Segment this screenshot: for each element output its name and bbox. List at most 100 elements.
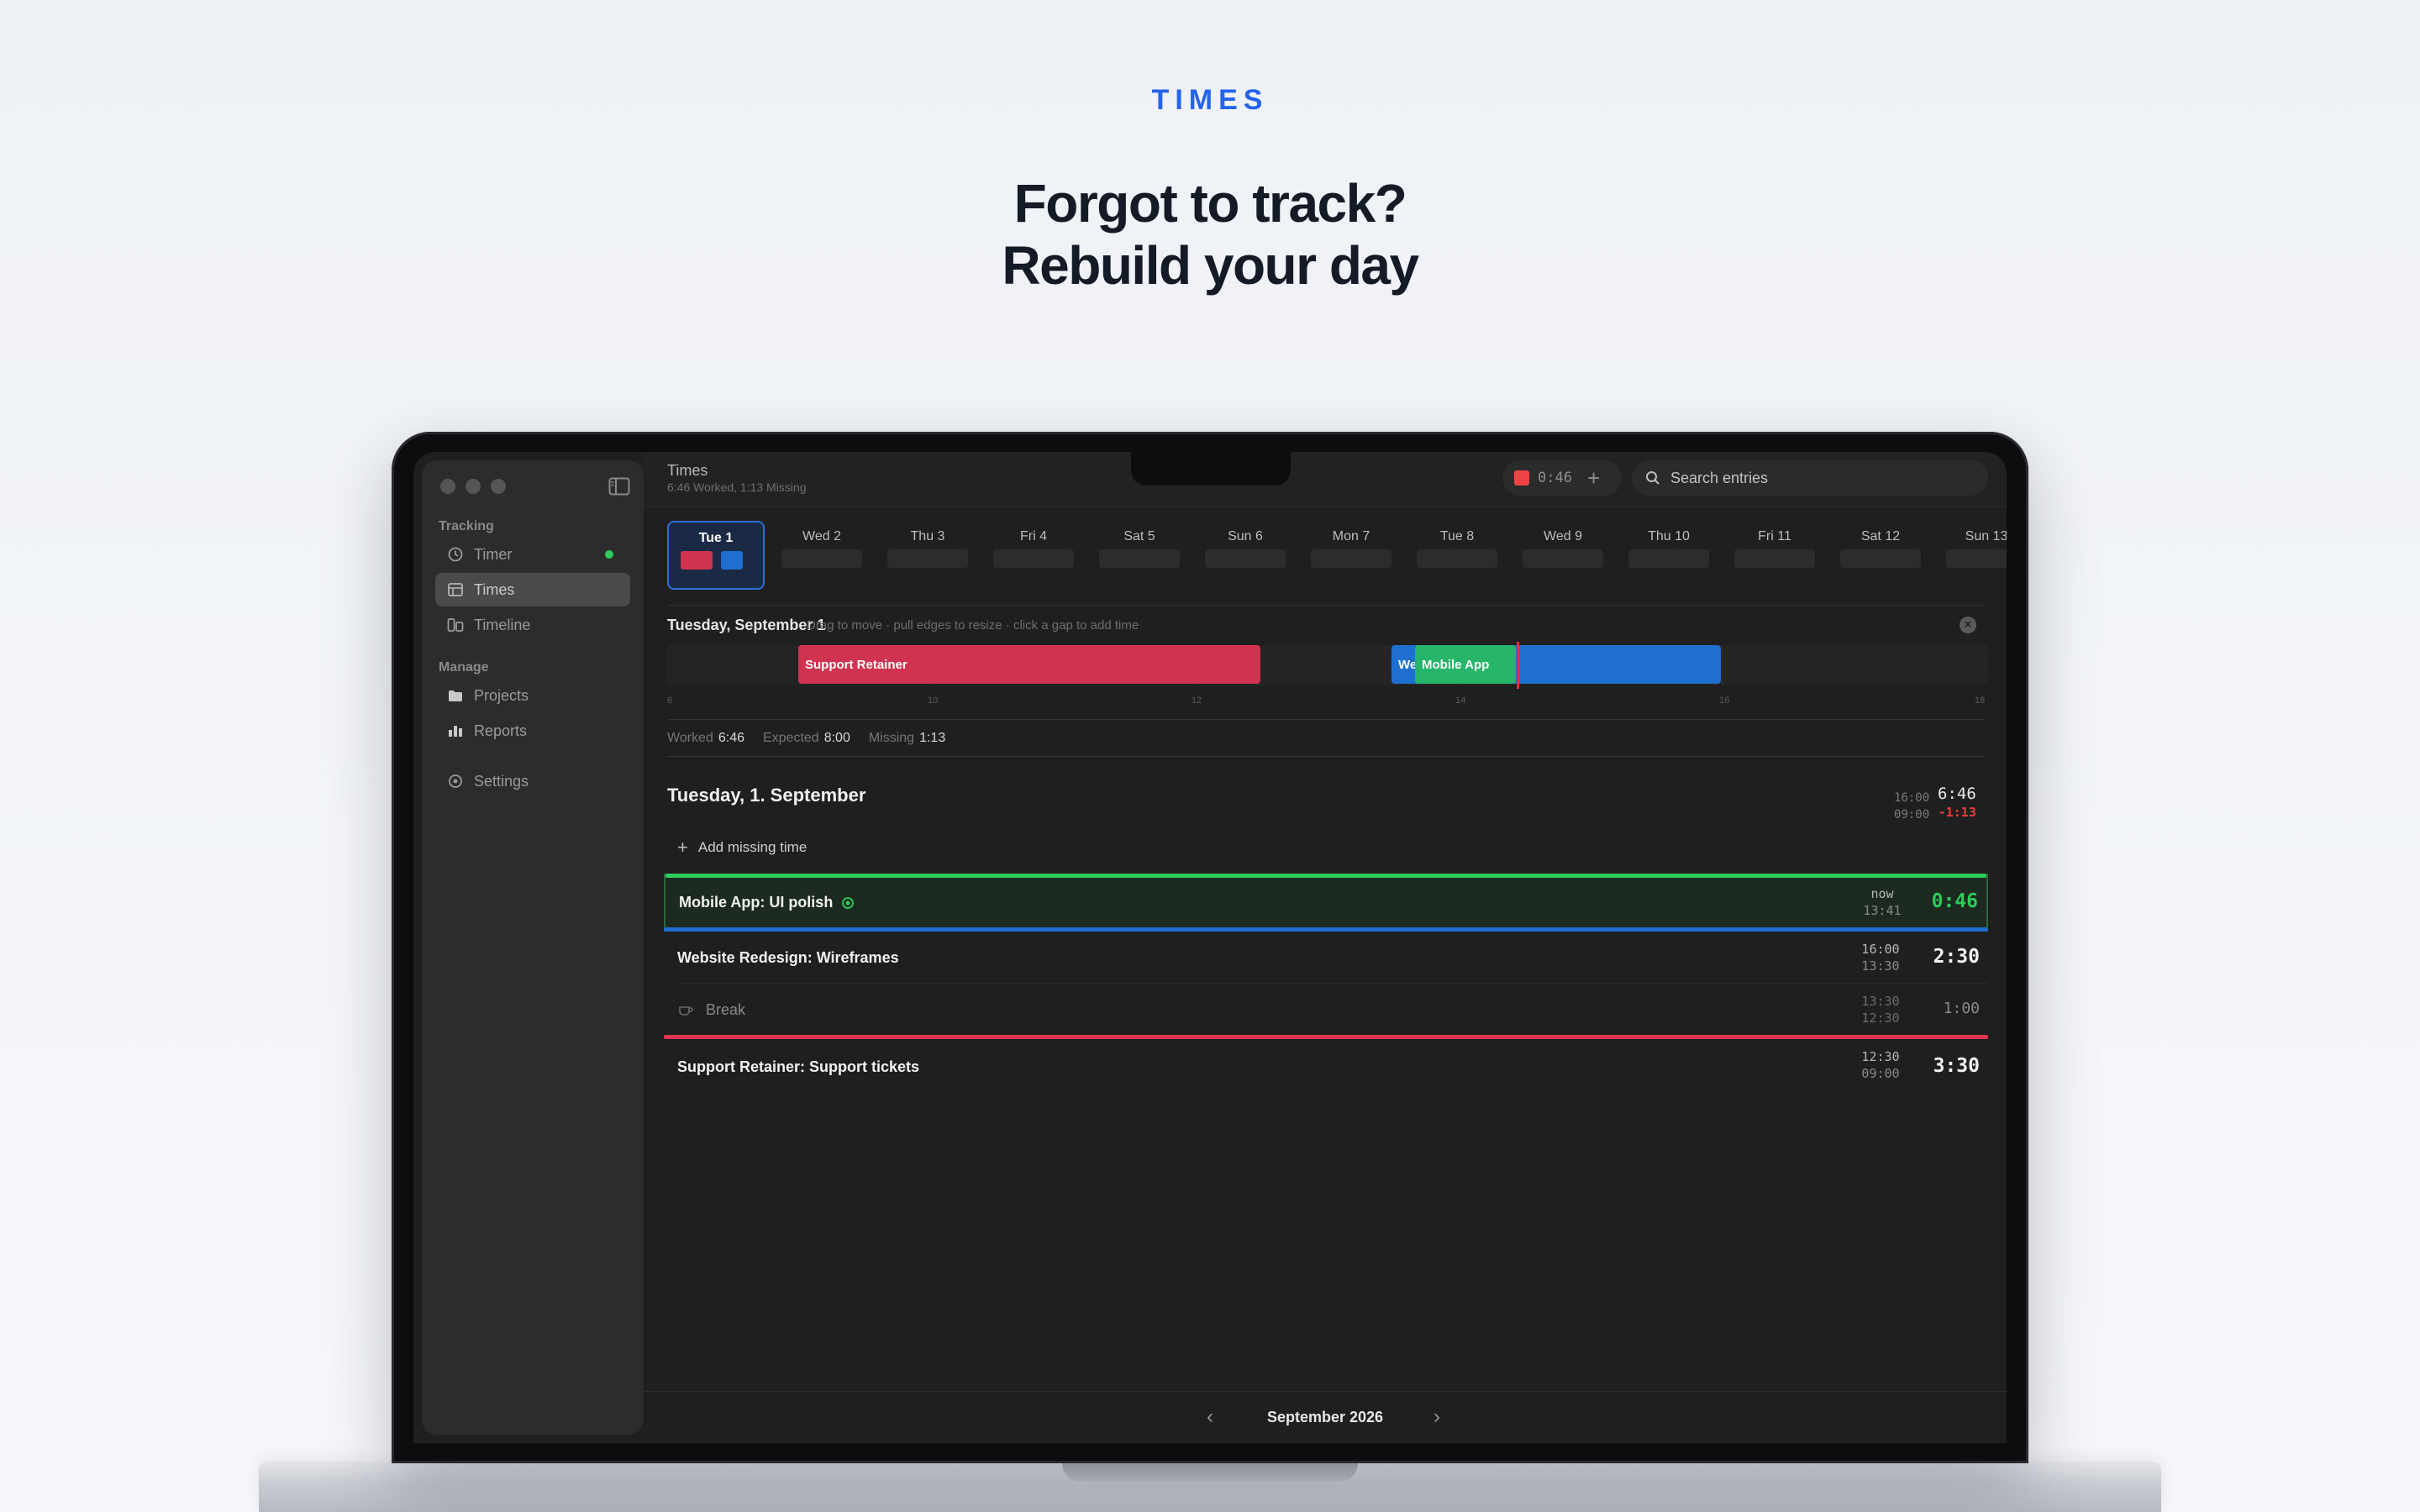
day-label: Fri 4 — [1020, 529, 1047, 543]
window-subtitle: 6:46 Worked, 1:13 Missing — [667, 480, 807, 494]
timeline-axis-label: 6 — [667, 696, 673, 706]
total-worked: 6:46 — [1938, 785, 1976, 803]
entry-start: 13:41 — [1863, 903, 1902, 918]
zoom-window-button[interactable] — [491, 479, 506, 494]
entry-time-range: 16:00 13:30 — [1855, 941, 1906, 974]
day-totals: 6:46 -1:13 — [1938, 785, 1976, 822]
current-time-marker — [1517, 642, 1519, 689]
day-tue-1[interactable]: Tue 1 — [667, 521, 765, 590]
summary-missing: Missing 1:13 — [869, 731, 945, 746]
day-label: Sun 6 — [1228, 529, 1263, 543]
sidebar-item-timer[interactable]: Timer — [435, 538, 630, 571]
sidebar-item-label: Settings — [474, 772, 529, 790]
cup-icon — [679, 1005, 693, 1016]
entry-end: now — [1870, 886, 1894, 901]
timeline-gridline — [1722, 645, 1723, 685]
range-end: 16:00 — [1894, 791, 1930, 805]
entry-name-text: Break — [706, 1001, 746, 1018]
headline-line-2: Rebuild your day — [1002, 235, 1419, 296]
sidebar-item-settings[interactable]: Settings — [435, 764, 630, 798]
sidebar-item-timeline[interactable]: Timeline — [435, 608, 630, 642]
minimize-window-button[interactable] — [466, 479, 481, 494]
sidebar-toggle-icon[interactable] — [608, 477, 630, 496]
summary-expected: Expected 8:00 — [763, 731, 850, 746]
day-sun-13[interactable]: Sun 13 — [1938, 521, 2007, 590]
plus-icon[interactable]: + — [1587, 467, 1600, 489]
day-label: Wed 9 — [1544, 529, 1582, 543]
sidebar-item-label: Timeline — [474, 616, 531, 633]
headline: Forgot to track? Rebuild your day — [0, 172, 2420, 297]
entry-time-range: 12:30 09:00 — [1855, 1048, 1906, 1082]
timeline-icon — [447, 618, 464, 632]
timeline-block-support-retainer[interactable]: Support Retainer — [798, 645, 1260, 684]
day-sat-5[interactable]: Sat 5 — [1091, 521, 1188, 590]
stop-icon[interactable] — [1514, 470, 1529, 486]
summary-value: 6:46 — [718, 731, 744, 745]
day-label: Sat 5 — [1123, 529, 1155, 543]
day-bar — [1946, 549, 2007, 568]
clock-icon — [448, 547, 463, 562]
folder-icon — [449, 690, 462, 701]
day-label: Thu 3 — [910, 529, 945, 543]
day-thu-10[interactable]: Thu 10 — [1620, 521, 1718, 590]
entry-duration: 3:30 — [1933, 1055, 1980, 1077]
time-entry[interactable]: Website Redesign: Wireframes 16:00 13:30… — [664, 927, 1988, 981]
add-missing-time-button[interactable]: + Add missing time — [677, 838, 807, 857]
sidebar-item-label: Reports — [474, 722, 528, 739]
entry-duration: 1:00 — [1943, 1000, 1980, 1017]
sidebar-item-times[interactable]: Times — [435, 573, 630, 606]
day-wed-9[interactable]: Wed 9 — [1514, 521, 1612, 590]
time-entry-running[interactable]: Mobile App: UI polish now 13:41 0:46 — [664, 874, 1988, 931]
timeline-block-mobile-app[interactable]: Mobile App — [1415, 645, 1516, 684]
eyebrow: TIMES — [1151, 84, 1269, 116]
entry-name-text: Mobile App: UI polish — [679, 894, 834, 911]
button-label: Add missing time — [697, 839, 808, 855]
running-timer-pill[interactable]: 0:46 + — [1502, 460, 1622, 496]
entry-title: Website Redesign: Wireframes — [677, 949, 899, 966]
day-tue-8[interactable]: Tue 8 — [1408, 521, 1506, 590]
close-icon[interactable]: × — [1960, 617, 1976, 633]
sidebar-item-reports[interactable]: Reports — [435, 714, 630, 748]
sidebar-item-label: Projects — [474, 686, 529, 704]
entry-end: 16:00 — [1861, 942, 1900, 957]
timeline-axis-label: 18 — [1975, 696, 1986, 706]
window-controls — [440, 479, 506, 494]
divider — [667, 756, 1985, 757]
timeline-track[interactable]: Support Retainer We Mobile App — [667, 642, 1988, 689]
entry-title: Support Retainer: Support tickets — [677, 1058, 920, 1075]
time-entry[interactable]: Support Retainer: Support tickets 12:30 … — [664, 1035, 1988, 1090]
day-sat-12[interactable]: Sat 12 — [1832, 521, 1929, 590]
range-start: 09:00 — [1894, 808, 1930, 822]
divider — [677, 983, 1988, 984]
day-label: Tue 1 — [698, 531, 734, 545]
entry-color-stripe — [664, 927, 1988, 932]
headline-line-1: Forgot to track? — [1013, 173, 1407, 234]
break-entry[interactable]: Break 13:30 12:30 1:00 — [664, 984, 1988, 1033]
search-icon — [1646, 471, 1660, 485]
day-fri-4[interactable]: Fri 4 — [985, 521, 1082, 590]
day-label: Sat 12 — [1860, 529, 1901, 543]
timeline-axis-label: 14 — [1455, 696, 1466, 706]
entry-time-range: 13:30 12:30 — [1855, 993, 1906, 1026]
day-wed-2[interactable]: Wed 2 — [773, 521, 871, 590]
day-thu-3[interactable]: Thu 3 — [879, 521, 976, 590]
day-fri-11[interactable]: Fri 11 — [1726, 521, 1823, 590]
day-mon-7[interactable]: Mon 7 — [1302, 521, 1400, 590]
entry-start: 12:30 — [1861, 1011, 1900, 1026]
search-field[interactable] — [1632, 460, 1988, 496]
day-label: Fri 11 — [1758, 529, 1791, 543]
day-bar — [1734, 549, 1815, 568]
entry-duration: 2:30 — [1933, 946, 1980, 968]
search-input[interactable] — [1670, 469, 1973, 487]
bar-chart-icon — [449, 726, 462, 737]
timeline-axis-label: 10 — [928, 696, 939, 706]
sidebar-item-projects[interactable]: Projects — [435, 679, 630, 712]
main-content: Times 6:46 Worked, 1:13 Missing 0:46 + T… — [644, 452, 2007, 1443]
close-window-button[interactable] — [440, 479, 455, 494]
day-strip: Tue 1 Wed 2 Thu 3 Fri 4 Sat 5 Sun 6 Mon … — [667, 521, 2007, 590]
day-sun-6[interactable]: Sun 6 — [1197, 521, 1294, 590]
gear-icon — [449, 774, 462, 788]
running-icon — [842, 896, 855, 909]
divider — [667, 605, 1985, 606]
chevron-right-icon[interactable]: › — [1434, 1405, 1440, 1429]
